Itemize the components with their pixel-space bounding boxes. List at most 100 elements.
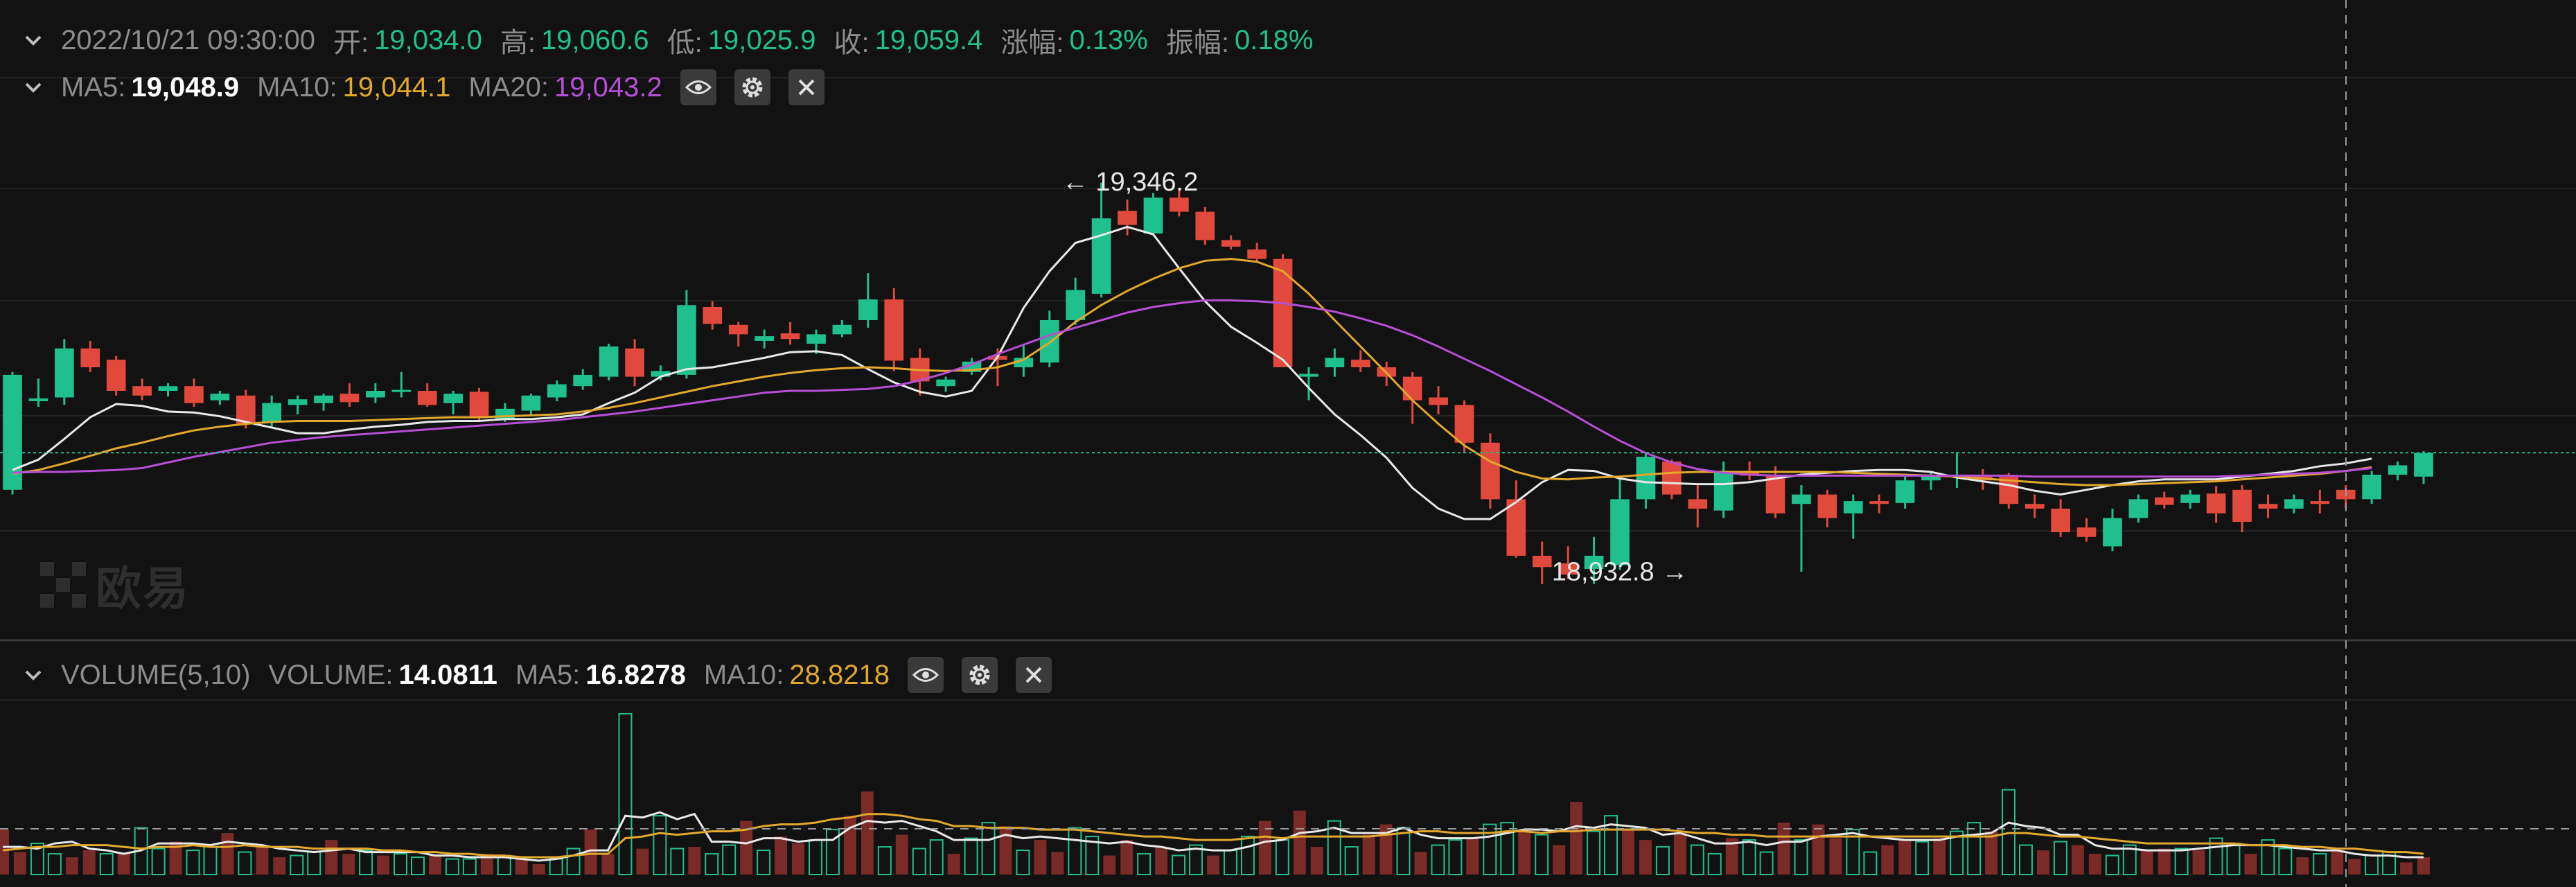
close-value: 19,059.4 [874, 24, 983, 55]
candle [1506, 480, 1526, 558]
ma20-value: 19,043.2 [554, 71, 662, 103]
candle [521, 394, 541, 414]
candle [443, 391, 463, 414]
volume-bar [2140, 850, 2153, 875]
volume-bar [2278, 848, 2293, 875]
candle-body [1273, 258, 1293, 367]
eye-icon[interactable] [908, 657, 944, 693]
volume-bar [549, 858, 563, 875]
amplitude-value: 0.18% [1235, 24, 1314, 55]
candle-body [2154, 497, 2174, 505]
watermark-text: 欧易 [96, 563, 190, 614]
candle [210, 391, 230, 405]
volume-bar [1207, 855, 1219, 875]
volume-bar [1344, 846, 1359, 875]
volume-bar [2296, 857, 2309, 875]
candle-body [339, 394, 360, 403]
volume-legend: VOLUME(5,10) VOLUME: 14.0811 MA5: 16.827… [21, 654, 1070, 696]
candle-body [28, 398, 48, 401]
volume-bar [1690, 844, 1704, 875]
min-price-label: 18,932.8 → [1552, 557, 1688, 586]
candle [1429, 386, 1448, 414]
volume-bar [307, 851, 321, 875]
volume-bar [1396, 827, 1411, 875]
candle [2103, 509, 2122, 552]
candle-body [54, 348, 74, 398]
candle-body [1792, 494, 1811, 504]
candle-body [1688, 499, 1708, 509]
volume-bar [1362, 834, 1375, 875]
candle-body [728, 324, 748, 335]
candle-body [1636, 457, 1656, 500]
candle-body [158, 386, 178, 391]
candle [703, 301, 723, 330]
volume-bar [377, 855, 390, 875]
ma5-label: MA5: [61, 71, 126, 103]
volume-bar [1707, 853, 1722, 875]
volume-bar [273, 857, 286, 875]
candle-body [132, 386, 152, 396]
volume-bar [1431, 844, 1445, 875]
volume-bar [2313, 853, 2327, 875]
candle [1947, 452, 1967, 489]
candle-body [2258, 504, 2278, 509]
candle-body [1118, 211, 1137, 225]
candle-body [858, 299, 878, 320]
volume-bar [809, 839, 822, 875]
volume-bar [775, 836, 788, 875]
candle-body [806, 334, 826, 344]
candle [2310, 489, 2330, 513]
volume-bar [1915, 841, 1930, 875]
candle-body [2388, 465, 2408, 475]
candle [651, 365, 671, 381]
chevron-down-icon[interactable] [21, 75, 46, 100]
volume-bar [653, 815, 667, 875]
chevron-down-icon[interactable] [21, 28, 46, 53]
candle-body [547, 384, 567, 398]
candle [677, 290, 696, 379]
volume-bar [410, 857, 425, 875]
volume-bar [1829, 838, 1842, 875]
ma20-label: MA20: [468, 71, 549, 103]
volume-bar [1293, 810, 1306, 875]
low-label: 低: [667, 28, 703, 58]
candle [1713, 462, 1733, 518]
eye-icon[interactable] [680, 69, 716, 105]
volume-bar [2226, 843, 2241, 875]
volume-bar [861, 791, 874, 875]
max-price-label: ← 19,346.2 [1062, 168, 1198, 197]
volume-bar [47, 853, 62, 875]
open-value: 19,034.0 [374, 24, 482, 55]
low-value: 19,025.9 [707, 24, 816, 55]
gear-icon[interactable] [962, 657, 998, 693]
candle-body [703, 306, 723, 324]
close-icon[interactable] [1016, 657, 1052, 693]
close-icon[interactable] [788, 69, 824, 105]
candle-body [391, 389, 412, 392]
candle [1091, 182, 1111, 298]
volume-bar [2036, 850, 2049, 875]
volume-bar [2105, 854, 2119, 875]
candle [2414, 451, 2433, 484]
gear-icon[interactable] [734, 69, 770, 105]
volume-bar [221, 833, 234, 875]
candle-body [1506, 499, 1526, 556]
chevron-down-icon[interactable] [21, 662, 46, 687]
candle-body [2103, 518, 2122, 547]
candle-body [936, 379, 955, 387]
candlestick-chart-canvas[interactable]: ← 19,346.2 18,932.8 → [0, 0, 2576, 887]
volume-bar [0, 829, 9, 875]
candle-body [1454, 405, 1474, 443]
volume-bar [2088, 854, 2101, 875]
candle [2180, 489, 2200, 509]
volume-bar [2158, 848, 2171, 875]
candle [54, 339, 74, 405]
volume-bar [1881, 845, 1894, 875]
candle [599, 344, 619, 381]
volume-bar [1414, 852, 1427, 875]
candle [2362, 471, 2382, 504]
volume-bar [82, 850, 96, 875]
volume-ma10-value: 28.8218 [789, 659, 890, 690]
candle [2076, 518, 2097, 542]
candle-body [2232, 489, 2252, 522]
